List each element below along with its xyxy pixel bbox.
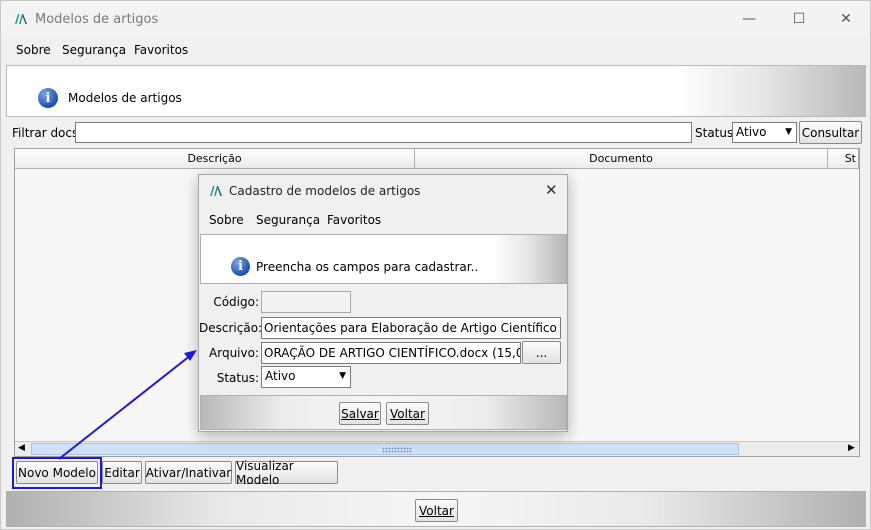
dialog-footer-panel: Salvar Voltar bbox=[200, 395, 567, 430]
descricao-field[interactable]: Orientações para Elaboração de Artigo Ci… bbox=[261, 317, 561, 339]
dialog-title: Cadastro de modelos de artigos bbox=[229, 184, 421, 198]
voltar-label: Voltar bbox=[419, 503, 454, 518]
status-label: Status: bbox=[695, 126, 738, 140]
descricao-label: Descrição: bbox=[199, 321, 263, 335]
header-title: Modelos de artigos bbox=[68, 91, 182, 105]
main-window: Modelos de artigos — ☐ ✕ Sobre Segurança… bbox=[0, 0, 871, 530]
arquivo-field[interactable]: ORAÇÃO DE ARTIGO CIENTÍFICO.docx (15,0 k… bbox=[261, 342, 521, 364]
grip-icon bbox=[382, 447, 412, 453]
chevron-down-icon: ▼ bbox=[785, 127, 792, 137]
dialog-menu-favoritos[interactable]: Favoritos bbox=[327, 213, 381, 227]
filter-label: Filtrar docs: bbox=[12, 126, 83, 140]
horizontal-scrollbar[interactable]: ◀ ▶ bbox=[15, 441, 859, 456]
menu-favoritos[interactable]: Favoritos bbox=[134, 43, 188, 57]
dialog-voltar-label: Voltar bbox=[390, 406, 425, 421]
dialog-status-value: Ativo bbox=[265, 369, 296, 383]
minimize-button[interactable]: — bbox=[729, 7, 769, 31]
header-panel: i Modelos de artigos bbox=[6, 65, 866, 117]
browse-file-button[interactable]: ... bbox=[522, 341, 561, 364]
info-icon: i bbox=[38, 88, 58, 108]
dialog-menu-sobre[interactable]: Sobre bbox=[209, 213, 244, 227]
chevron-down-icon: ▼ bbox=[339, 371, 346, 381]
codigo-field[interactable] bbox=[261, 291, 351, 313]
consultar-button[interactable]: Consultar bbox=[799, 121, 862, 144]
codigo-label: Código: bbox=[213, 295, 259, 309]
salvar-button[interactable]: Salvar bbox=[339, 402, 381, 425]
visualizar-modelo-button[interactable]: Visualizar Modelo bbox=[235, 459, 338, 487]
dialog-voltar-button[interactable]: Voltar bbox=[386, 402, 429, 425]
status-select-value: Ativo bbox=[736, 125, 767, 139]
ativar-inativar-button[interactable]: Ativar/Inativar bbox=[145, 461, 232, 484]
voltar-button[interactable]: Voltar bbox=[415, 499, 458, 522]
scroll-thumb[interactable] bbox=[31, 443, 739, 455]
window-title: Modelos de artigos bbox=[35, 12, 159, 27]
dialog-status-select[interactable]: Ativo ▼ bbox=[261, 366, 351, 388]
menu-seguranca[interactable]: Segurança bbox=[62, 43, 126, 57]
menu-bar: Sobre Segurança Favoritos bbox=[6, 39, 866, 63]
annotation-highlight-box bbox=[12, 457, 102, 489]
cadastro-dialog: Cadastro de modelos de artigos ✕ Sobre S… bbox=[198, 174, 568, 432]
title-bar: Modelos de artigos — ☐ ✕ bbox=[1, 1, 870, 37]
dialog-logo-icon bbox=[210, 186, 222, 196]
close-button[interactable]: ✕ bbox=[826, 7, 866, 31]
footer-panel: Voltar bbox=[6, 491, 866, 527]
maximize-button[interactable]: ☐ bbox=[779, 7, 819, 31]
dialog-menu-seguranca[interactable]: Segurança bbox=[256, 213, 320, 227]
dialog-close-icon[interactable]: ✕ bbox=[545, 181, 558, 199]
filter-input[interactable] bbox=[75, 122, 692, 143]
salvar-label: Salvar bbox=[341, 406, 379, 421]
column-header-status[interactable]: St bbox=[828, 149, 859, 169]
dialog-status-label: Status: bbox=[216, 371, 259, 385]
dialog-info-icon: i bbox=[231, 257, 250, 276]
app-logo-icon bbox=[15, 14, 27, 24]
dialog-header-panel: i Preencha os campos para cadastrar.. bbox=[200, 234, 567, 284]
menu-sobre[interactable]: Sobre bbox=[16, 43, 51, 57]
arquivo-label: Arquivo: bbox=[209, 346, 259, 360]
dialog-header-text: Preencha os campos para cadastrar.. bbox=[256, 260, 479, 274]
status-select[interactable]: Ativo ▼ bbox=[732, 122, 797, 143]
editar-button[interactable]: Editar bbox=[102, 461, 142, 484]
scroll-left-icon[interactable]: ◀ bbox=[18, 443, 25, 453]
column-header-descricao[interactable]: Descrição bbox=[15, 149, 415, 169]
column-header-documento[interactable]: Documento bbox=[415, 149, 828, 169]
scroll-right-icon[interactable]: ▶ bbox=[848, 443, 855, 453]
